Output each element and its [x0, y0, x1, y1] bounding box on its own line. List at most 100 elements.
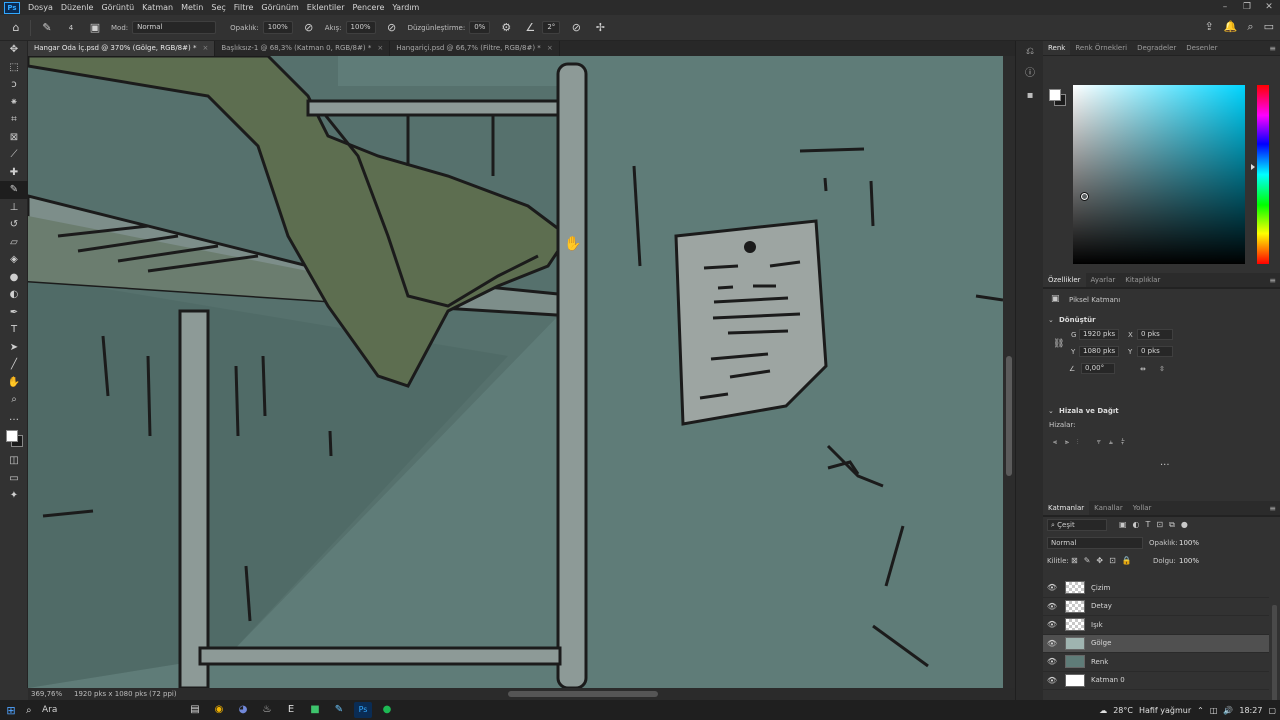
lock-icons[interactable]: ⊠✎✥⊡🔒: [1071, 556, 1138, 565]
menu-type[interactable]: Metin: [177, 0, 207, 15]
workspace-icon[interactable]: ▭: [1264, 20, 1274, 34]
dodge-tool-icon[interactable]: ◐: [0, 286, 28, 304]
angle-input[interactable]: 2°: [542, 21, 561, 34]
tab-channels[interactable]: Kanallar: [1089, 501, 1128, 515]
clone-stamp-tool-icon[interactable]: ⊥: [0, 199, 28, 217]
height-input[interactable]: 1080 pks: [1079, 346, 1119, 357]
tab-libraries[interactable]: Kitaplıklar: [1120, 273, 1165, 287]
layer-row-golge[interactable]: 👁 Gölge: [1043, 634, 1269, 653]
eye-icon[interactable]: 👁: [1043, 676, 1061, 685]
panel-menu-icon[interactable]: ≡: [1269, 501, 1276, 516]
vertical-scrollbar[interactable]: [1003, 56, 1015, 688]
marquee-tool-icon[interactable]: ⬚: [0, 59, 28, 77]
weather-icon[interactable]: ☁: [1099, 706, 1107, 715]
tab-paths[interactable]: Yollar: [1128, 501, 1157, 515]
smoothing-settings-icon[interactable]: ⚙: [498, 20, 514, 36]
fill-value[interactable]: 100%: [1179, 557, 1199, 565]
hue-slider[interactable]: [1257, 85, 1269, 264]
hue-slider-marker[interactable]: [1251, 164, 1255, 170]
crop-tool-icon[interactable]: ⌗: [0, 111, 28, 129]
angle-input[interactable]: 0,00°: [1081, 363, 1115, 374]
menu-file[interactable]: Dosya: [24, 0, 57, 15]
properties-icon[interactable]: ⓘ: [1016, 63, 1044, 85]
menu-layer[interactable]: Katman: [138, 0, 177, 15]
smoothing-input[interactable]: 0%: [469, 21, 491, 34]
tab-gradients[interactable]: Degradeler: [1132, 41, 1181, 55]
epic-games-icon[interactable]: E: [282, 702, 300, 718]
color-swatches[interactable]: [0, 426, 27, 452]
airbrush-icon[interactable]: ⊘: [384, 20, 400, 36]
comments-icon[interactable]: ▪: [1016, 85, 1044, 107]
generative-icon[interactable]: ✦: [0, 487, 28, 505]
brush-tool-icon[interactable]: ✎: [0, 181, 28, 199]
menu-view[interactable]: Görünüm: [257, 0, 302, 15]
foreground-color-swatch[interactable]: [1049, 89, 1061, 101]
flip-vertical-icon[interactable]: ⇳: [1159, 365, 1165, 373]
eye-icon[interactable]: 👁: [1043, 602, 1061, 611]
color-saturation-field[interactable]: [1073, 85, 1245, 264]
menu-select[interactable]: Seç: [207, 0, 229, 15]
tab-patterns[interactable]: Desenler: [1181, 41, 1222, 55]
lasso-tool-icon[interactable]: ↄ: [0, 76, 28, 94]
transform-header[interactable]: Dönüştür: [1059, 316, 1096, 324]
close-icon[interactable]: ×: [202, 44, 208, 52]
menu-edit[interactable]: Düzenle: [57, 0, 98, 15]
tab-hangarici[interactable]: Hangariçi.psd @ 66,7% (Filtre, RGB/8#) *…: [390, 41, 560, 56]
clock[interactable]: 18:27: [1239, 706, 1262, 715]
menu-help[interactable]: Yardım: [388, 0, 423, 15]
weather-text[interactable]: Hafif yağmur: [1139, 706, 1191, 715]
align-header[interactable]: Hizala ve Dağıt: [1059, 407, 1119, 415]
green-app-icon[interactable]: ■: [306, 702, 324, 718]
history-icon[interactable]: ⎌: [1016, 41, 1044, 63]
blend-mode-select[interactable]: Normal: [1047, 537, 1143, 549]
brush-tool-icon[interactable]: ✎: [39, 20, 55, 36]
eye-icon[interactable]: 👁: [1043, 639, 1061, 648]
photoshop-taskbar-icon[interactable]: Ps: [354, 702, 372, 718]
notifications-icon[interactable]: 🔔: [1224, 20, 1238, 34]
layer-row-katman-0[interactable]: 👁 Katman 0: [1043, 672, 1269, 690]
spotify-icon[interactable]: ●: [378, 702, 396, 718]
link-icon[interactable]: ⛓: [1053, 339, 1064, 349]
type-tool-icon[interactable]: T: [0, 321, 28, 339]
notification-center-icon[interactable]: ▢: [1268, 706, 1276, 715]
tab-swatches[interactable]: Renk Örnekleri: [1070, 41, 1132, 55]
search-icon[interactable]: ⌕: [1247, 20, 1253, 34]
tab-hangar-oda[interactable]: Hangar Oda İç.psd @ 370% (Gölge, RGB/8#)…: [28, 41, 216, 56]
symmetry-icon[interactable]: ✢: [592, 20, 608, 36]
windows-start-icon[interactable]: ⊞: [0, 704, 22, 717]
mode-select[interactable]: Normal: [132, 21, 217, 34]
blur-tool-icon[interactable]: ●: [0, 269, 28, 287]
brush-settings-icon[interactable]: ▣: [87, 20, 103, 36]
weather-temp[interactable]: 28°C: [1113, 706, 1133, 715]
tab-layers[interactable]: Katmanlar: [1043, 501, 1090, 515]
restore-icon[interactable]: ❐: [1236, 0, 1258, 15]
horizontal-scrollbar[interactable]: [508, 691, 658, 697]
eye-icon[interactable]: 👁: [1043, 620, 1061, 629]
steam-icon[interactable]: ♨: [258, 702, 276, 718]
close-icon[interactable]: ✕: [1258, 0, 1280, 15]
layer-filter-icons[interactable]: ▣◐T⊡⧉●: [1119, 520, 1194, 530]
chevron-down-icon[interactable]: ⌄: [1048, 407, 1054, 415]
screen-mode-icon[interactable]: ▭: [0, 470, 28, 488]
paint-bucket-tool-icon[interactable]: ◈: [0, 251, 28, 269]
taskbar-search[interactable]: ⌕ Ara: [26, 702, 156, 718]
flow-input[interactable]: 100%: [345, 21, 376, 34]
close-icon[interactable]: ×: [547, 44, 553, 52]
history-brush-tool-icon[interactable]: ↺: [0, 216, 28, 234]
panel-menu-icon[interactable]: ≡: [1269, 273, 1276, 288]
move-tool-icon[interactable]: ✥: [0, 41, 28, 59]
tab-color[interactable]: Renk: [1043, 41, 1071, 55]
hand-tool-icon[interactable]: ✋: [0, 374, 28, 392]
layer-row-cizim[interactable]: 👁 Çizim: [1043, 579, 1269, 598]
menu-window[interactable]: Pencere: [349, 0, 389, 15]
tab-basliksiz[interactable]: Başlıksız-1 @ 68,3% (Katman 0, RGB/8#) *…: [215, 41, 391, 56]
panel-menu-icon[interactable]: ≡: [1269, 41, 1276, 56]
color-picker-handle[interactable]: [1080, 192, 1089, 201]
layer-row-detay[interactable]: 👁 Detay: [1043, 598, 1269, 616]
flip-horizontal-icon[interactable]: ⇹: [1140, 365, 1146, 373]
quick-select-tool-icon[interactable]: ⁕: [0, 94, 28, 112]
more-tools-icon[interactable]: …: [0, 409, 28, 427]
home-icon[interactable]: ⌂: [8, 20, 24, 36]
y-input[interactable]: 0 pks: [1137, 346, 1173, 357]
pressure-opacity-icon[interactable]: ⊘: [301, 20, 317, 36]
